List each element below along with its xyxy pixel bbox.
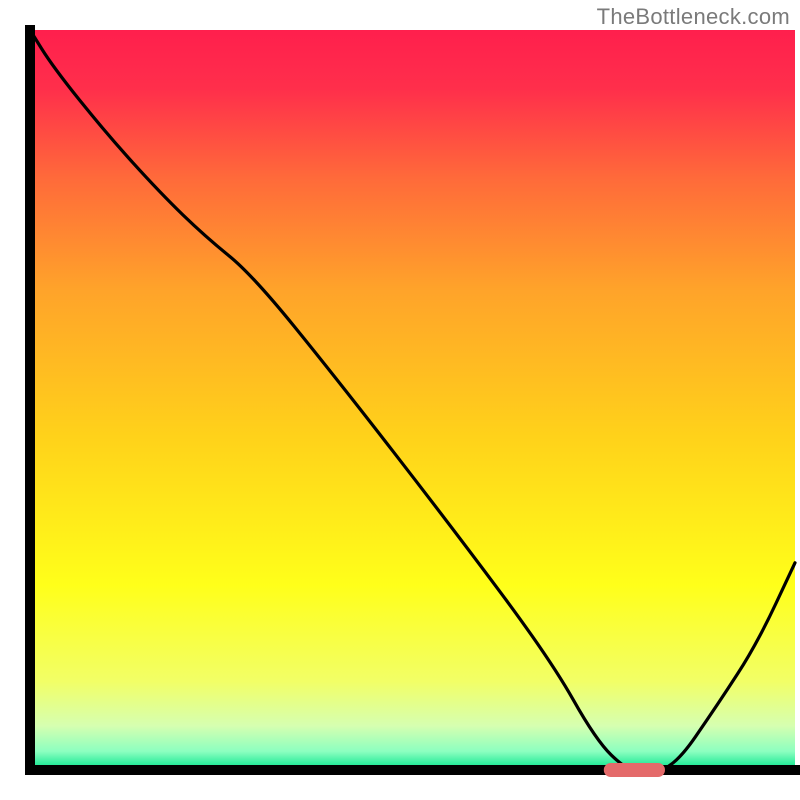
bottleneck-chart	[0, 0, 800, 800]
optimal-marker	[604, 763, 665, 777]
chart-frame: TheBottleneck.com	[0, 0, 800, 800]
plot-background	[30, 30, 795, 770]
